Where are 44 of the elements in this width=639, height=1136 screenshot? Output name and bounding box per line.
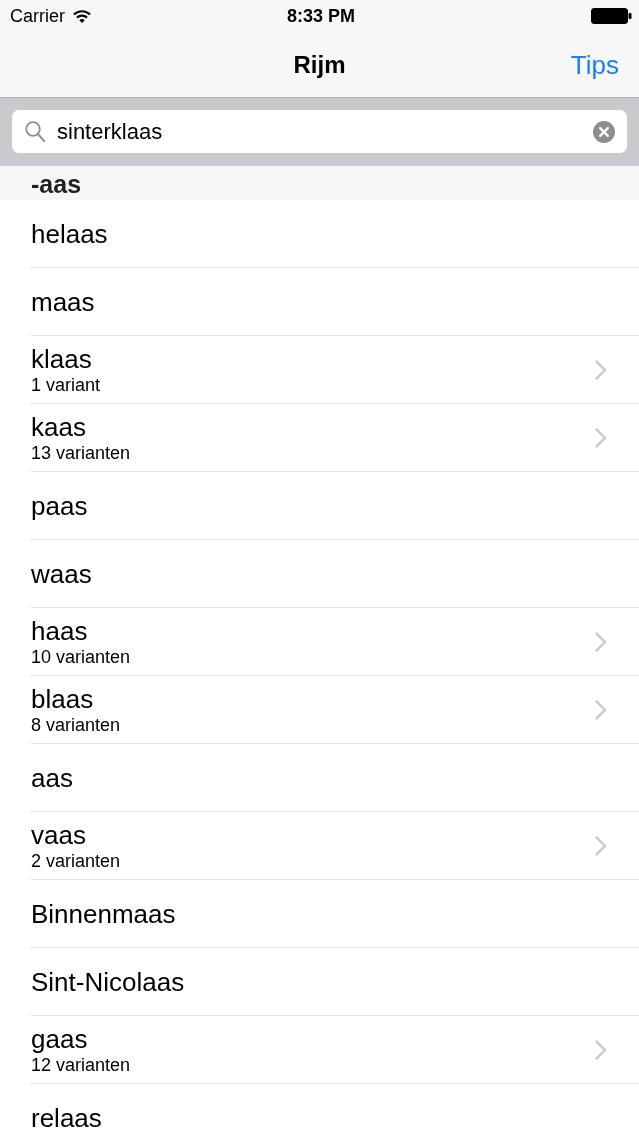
list-row[interactable]: haas 10 varianten	[31, 608, 639, 676]
variant-count: 2 varianten	[31, 849, 121, 872]
list-row[interactable]: waas	[31, 540, 639, 608]
clear-search-icon[interactable]	[593, 120, 615, 143]
variant-count: 10 varianten	[31, 645, 131, 668]
rhyme-word: haas	[31, 615, 89, 646]
list-row[interactable]: kaas 13 varianten	[31, 404, 639, 472]
rhyme-word: paas	[31, 490, 88, 521]
variant-count: 1 variant	[31, 373, 101, 396]
list-row[interactable]: maas	[31, 268, 639, 336]
search-field[interactable]: sinterklaas	[12, 110, 627, 153]
battery-icon	[591, 8, 632, 24]
wifi-icon	[73, 9, 91, 23]
list-row[interactable]: gaas 12 varianten	[31, 1016, 639, 1084]
list-row[interactable]: helaas	[31, 200, 639, 268]
variant-count: 13 varianten	[31, 441, 131, 464]
list-row[interactable]: paas	[31, 472, 639, 540]
search-icon	[25, 121, 45, 142]
rhyme-word: vaas	[31, 819, 87, 850]
list-row[interactable]: aas	[31, 744, 639, 812]
list-row[interactable]: blaas 8 varianten	[31, 676, 639, 744]
nav-title: Rijm	[293, 50, 346, 79]
rhyme-word: maas	[31, 286, 95, 317]
list-row[interactable]: relaas	[31, 1084, 639, 1136]
carrier-label: Carrier	[10, 5, 65, 27]
rhyme-word: relaas	[31, 1102, 102, 1133]
list-row[interactable]: vaas 2 varianten	[31, 812, 639, 880]
rhyme-word: blaas	[31, 683, 95, 714]
rhyme-word: gaas	[31, 1023, 89, 1054]
rhyme-word: kaas	[31, 411, 87, 442]
rhyme-word: helaas	[31, 218, 108, 249]
rhyme-word: klaas	[31, 343, 93, 374]
rhyme-word: aas	[31, 762, 73, 793]
list-row[interactable]: klaas 1 variant	[31, 336, 639, 404]
rhyme-word: Binnenmaas	[31, 898, 176, 929]
time-label: 8:33 PM	[287, 5, 355, 27]
variant-count: 12 varianten	[31, 1053, 131, 1076]
list-row[interactable]: Sint-Nicolaas	[31, 948, 639, 1016]
rhyme-word: waas	[31, 558, 92, 589]
rhyme-word: Sint-Nicolaas	[31, 966, 185, 997]
tips-button[interactable]: Tips	[570, 49, 619, 80]
variant-count: 8 varianten	[31, 713, 121, 736]
section-header: -aas	[0, 166, 639, 200]
list-row[interactable]: Binnenmaas	[31, 880, 639, 948]
